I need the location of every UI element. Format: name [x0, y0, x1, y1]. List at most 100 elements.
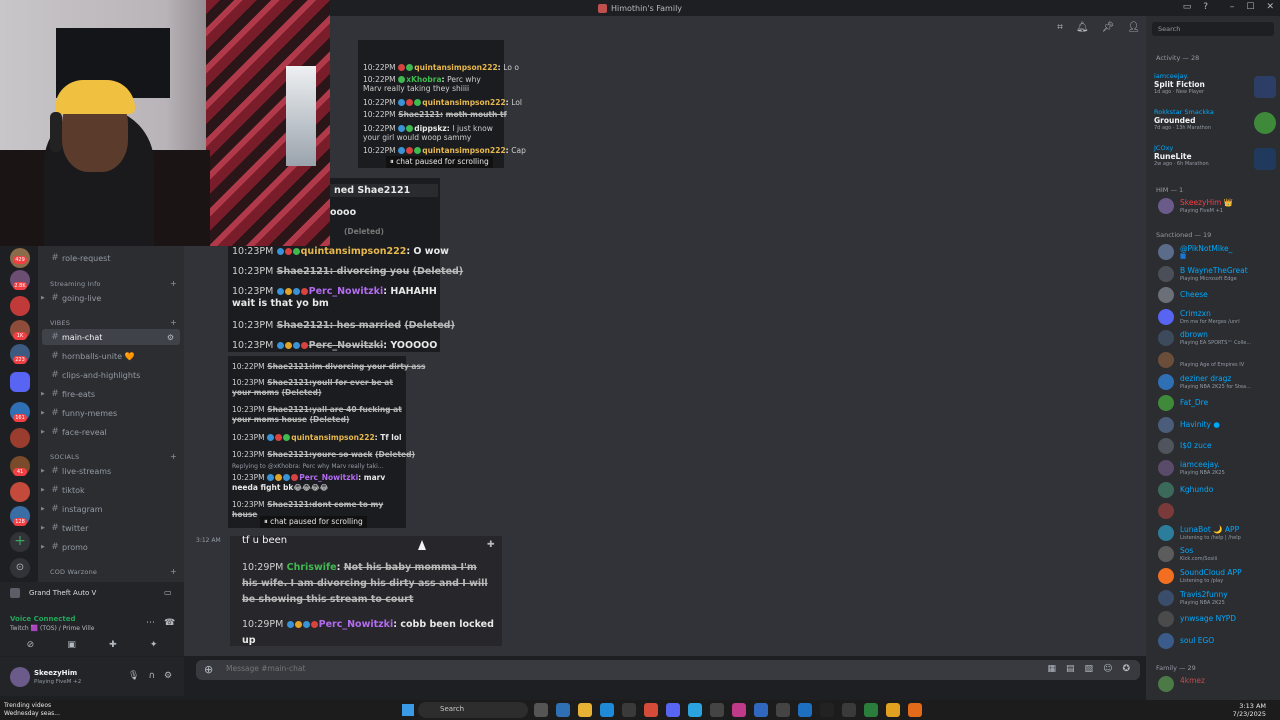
attach-icon[interactable]: ⊕	[204, 663, 213, 676]
member-item[interactable]: ynwsage NYPD	[1154, 609, 1278, 629]
soundboard-icon[interactable]: ✦	[150, 640, 158, 650]
channel-role-request[interactable]: # role-request	[42, 250, 180, 266]
taskview-icon[interactable]	[534, 703, 548, 717]
apps-icon[interactable]: ✪	[1122, 664, 1130, 674]
camera-off-icon[interactable]: ⊘	[27, 640, 35, 650]
member-item[interactable]: Playing Age of Empires IV	[1154, 350, 1278, 370]
member-item[interactable]: Crimzxn Dm me for Merges /unrl	[1154, 307, 1278, 327]
start-button[interactable]	[402, 704, 414, 716]
add-reaction-icon[interactable]: ✚	[487, 540, 495, 550]
sticker-icon[interactable]: ▧	[1085, 664, 1094, 674]
emoji-icon[interactable]: ☺	[1103, 664, 1112, 674]
channel-face-reveal[interactable]: ▶ # face-reveal	[41, 424, 180, 440]
app-icon[interactable]	[798, 703, 812, 717]
channel-live-streams[interactable]: ▶ # live-streams	[41, 463, 180, 479]
member-item[interactable]: Cheese	[1154, 285, 1278, 305]
close-button[interactable]: ✕	[1266, 2, 1274, 12]
screenshare-icon[interactable]: ▣	[67, 640, 76, 650]
app-icon[interactable]	[886, 703, 900, 717]
channel-twitter[interactable]: ▶ # twitter	[41, 520, 180, 536]
telegram-icon[interactable]	[688, 703, 702, 717]
threads-icon[interactable]: ⌗	[1057, 22, 1063, 33]
server-icon[interactable]	[10, 296, 30, 316]
activity-card[interactable]: iamceejay. Split Fiction 1d ago · New Pl…	[1154, 72, 1278, 106]
news-widget[interactable]: Trending videos Wednesday seas...	[4, 702, 60, 718]
discord-icon[interactable]	[666, 703, 680, 717]
member-item[interactable]: Fat_Dre	[1154, 393, 1278, 413]
gear-icon[interactable]: ⚙	[164, 671, 172, 681]
signal-icon[interactable]: ⋯	[146, 618, 155, 628]
excel-icon[interactable]	[864, 703, 878, 717]
channel-going-live[interactable]: ▶ # going-live	[41, 290, 180, 306]
server-icon[interactable]	[10, 428, 30, 448]
add-channel-icon[interactable]: +	[170, 279, 177, 288]
channel-main-chat[interactable]: # main-chat ⚙	[42, 329, 180, 345]
member-item[interactable]: Travis2funny Playing NBA 2K25	[1154, 588, 1278, 608]
edge-icon[interactable]	[600, 703, 614, 717]
headphones-icon[interactable]: ∩	[148, 671, 155, 681]
channel-hornballs-unite[interactable]: # hornballs-unite 🧡	[42, 348, 180, 364]
gif-icon[interactable]: ▤	[1066, 664, 1075, 674]
member-item[interactable]: Kghundo	[1154, 480, 1278, 500]
member-item[interactable]: I$0 zuce	[1154, 436, 1278, 456]
server-icon[interactable]	[10, 482, 30, 502]
member-item[interactable]: Havinity ●	[1154, 415, 1278, 435]
message-input[interactable]	[226, 664, 926, 673]
member-item[interactable]: LunaBot 🌙 APP Listening to /help | /help	[1154, 523, 1278, 543]
category-cod-warzone[interactable]: COD Warzone +	[50, 567, 177, 576]
pin-icon[interactable]: 📌︎	[1102, 22, 1115, 33]
capcut-icon[interactable]	[842, 703, 856, 717]
gear-icon[interactable]: ⚙	[167, 333, 174, 342]
member-item[interactable]: dbrown Playing EA SPORTS™ Colle...	[1154, 328, 1278, 348]
member-item[interactable]: deziner dragz Playing NBA 2K25 for Stea..…	[1154, 372, 1278, 392]
member-item[interactable]	[1154, 501, 1278, 521]
member-item[interactable]: @PikNotMike_ 🟦	[1154, 242, 1278, 262]
discover-icon[interactable]: ⊙	[10, 558, 30, 578]
activity-card[interactable]: JCOxy RuneLite 2w ago · 6h Marathon	[1154, 144, 1278, 178]
inbox-icon[interactable]: ▭	[1183, 2, 1192, 12]
member-item[interactable]: SkeezyHim 👑 Playing FiveM +1	[1154, 196, 1278, 216]
members-icon[interactable]: 👤︎	[1127, 22, 1140, 33]
help-icon[interactable]: ?	[1203, 2, 1208, 12]
folder-icon[interactable]	[10, 372, 30, 392]
minimize-button[interactable]: –	[1230, 2, 1235, 12]
system-clock[interactable]: 3:13 AM 7/23/2025	[1233, 702, 1266, 718]
channel-promo[interactable]: ▶ # promo	[41, 539, 180, 555]
settings-icon[interactable]	[776, 703, 790, 717]
member-item[interactable]: iamceejay. Playing NBA 2K25	[1154, 458, 1278, 478]
member-item[interactable]: Sos Kick.com/Sosiii	[1154, 544, 1278, 564]
add-channel-icon[interactable]: +	[170, 452, 177, 461]
member-item[interactable]: B WayneTheGreat Playing Microsoft Edge	[1154, 264, 1278, 284]
activity-card[interactable]: Rokkstar Smackka Grounded 7d ago · 13h M…	[1154, 108, 1278, 142]
microphone-icon[interactable]: 🎙︎	[128, 671, 139, 681]
voice-channel[interactable]: Twitch 🟪 (TOS) / Prime Ville	[10, 625, 94, 632]
chrome-icon[interactable]	[644, 703, 658, 717]
category-streaming-info[interactable]: Streaming Info +	[50, 279, 177, 288]
app-icon[interactable]	[908, 703, 922, 717]
add-channel-icon[interactable]: +	[170, 318, 177, 327]
search-input[interactable]: Search	[1152, 22, 1274, 36]
member-item[interactable]: SoundCloud APP Listening to /play	[1154, 566, 1278, 586]
bell-icon[interactable]: 🔔︎	[1076, 22, 1089, 33]
instagram-icon[interactable]	[732, 703, 746, 717]
channel-instagram[interactable]: ▶ # instagram	[41, 501, 180, 517]
taskbar-search[interactable]: Search	[418, 702, 528, 718]
store-icon[interactable]	[622, 703, 636, 717]
add-channel-icon[interactable]: +	[170, 567, 177, 576]
channel-clips-and-highlights[interactable]: # clips-and-highlights	[42, 367, 180, 383]
gamepad-icon[interactable]: ✚	[109, 640, 117, 650]
avatar[interactable]	[10, 667, 30, 687]
member-item[interactable]: soul EGO	[1154, 631, 1278, 651]
member-item[interactable]: 4kmez	[1154, 674, 1278, 694]
channel-funny-memes[interactable]: ▶ # funny-memes	[41, 405, 180, 421]
app-icon[interactable]	[710, 703, 724, 717]
gift-icon[interactable]: ▦	[1048, 664, 1057, 674]
copilot-icon[interactable]	[556, 703, 570, 717]
channel-fire-eats[interactable]: ▶ # fire-eats	[41, 386, 180, 402]
channel-tiktok[interactable]: ▶ # tiktok	[41, 482, 180, 498]
disconnect-icon[interactable]: ☎	[164, 618, 175, 628]
folder-icon[interactable]	[578, 703, 592, 717]
category-socials[interactable]: SOCIALS +	[50, 452, 177, 461]
tiktok-icon[interactable]	[820, 703, 834, 717]
app-icon[interactable]	[754, 703, 768, 717]
